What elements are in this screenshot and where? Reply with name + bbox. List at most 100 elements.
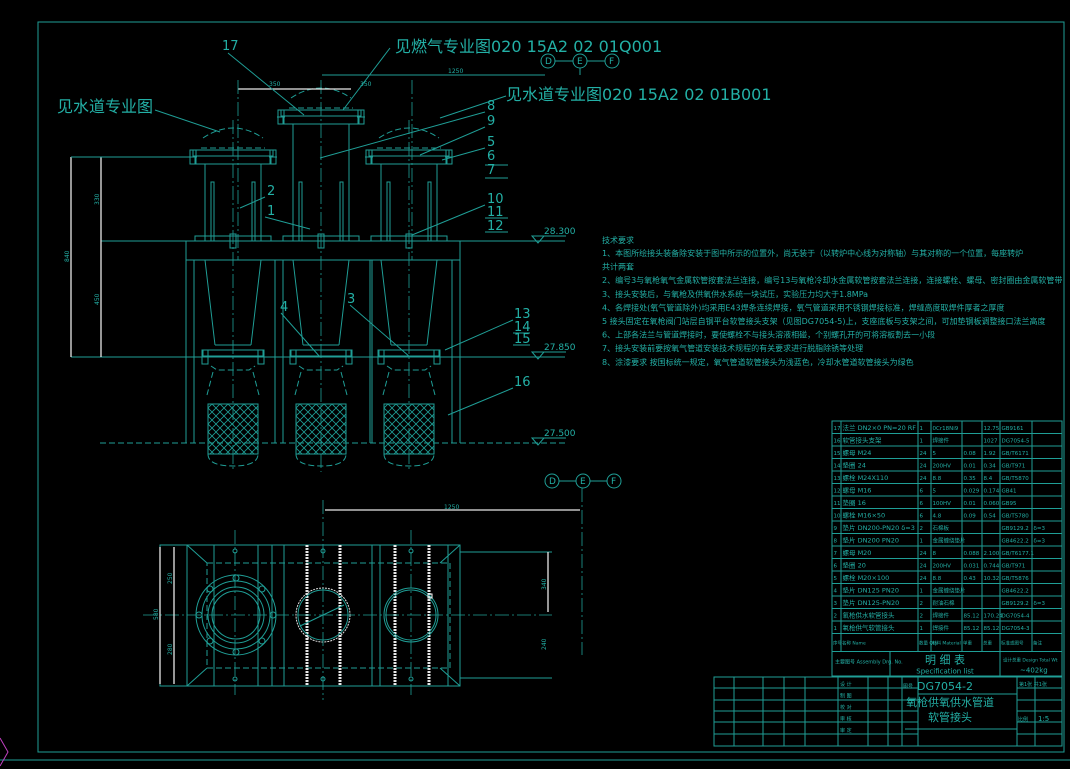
bom-cell: 85.12 — [964, 614, 980, 620]
bom-cell: 200HV — [933, 564, 952, 570]
bom-cell: 1027 — [984, 439, 998, 445]
bom-cell: GB/T6177.1 — [1002, 551, 1035, 557]
bom-cell: 85.12 — [984, 626, 1000, 632]
bom-cell: 7 — [834, 551, 838, 557]
bom-cell: 2 — [920, 601, 924, 607]
bom-cell: 100HV — [933, 501, 952, 507]
water-reference-label-right: 见水道专业图020 15A2 02 01B001 — [506, 85, 772, 104]
bom-cell: GB9129.2 — [1002, 601, 1029, 607]
bom-cell: δ=3 — [1034, 526, 1046, 532]
note-item: 4、各焊接处(氧气管道除外)均采用E43焊条连续焊接，氧气管道采用不锈钢焊接标准… — [602, 302, 1005, 312]
bom-cell: 垫圈 20 — [843, 561, 866, 570]
dimension-label: 450 — [94, 293, 101, 305]
bom-cell: 垫片 DN125 PN20 — [843, 586, 899, 595]
bom-cell: 5 — [933, 451, 937, 457]
bom-cell: 2.100 — [984, 551, 1000, 557]
hose-connector-unit — [188, 120, 278, 472]
part-number-callout: 7 — [487, 163, 495, 178]
bom-cell: GB41 — [1002, 489, 1017, 495]
bolt-symbol — [376, 349, 386, 365]
part-number-callout: 2 — [267, 184, 275, 199]
bom-cell: 24 — [920, 551, 927, 557]
bom-cell: 24 — [920, 576, 927, 582]
part-number-callout: 8 — [487, 99, 495, 114]
bom-cell: 0.088 — [964, 551, 980, 557]
bom-cell: 0Cr18Ni9 — [933, 426, 959, 432]
bolt-symbol — [344, 349, 354, 365]
bolt-symbol — [288, 349, 298, 365]
dimension-label: 330 — [94, 193, 101, 205]
bom-cell: 0.09 — [964, 514, 977, 520]
axis-grid-top — [540, 53, 622, 655]
bom-cell: 1 — [834, 626, 838, 632]
bom-cell: 0.01 — [964, 464, 976, 470]
bom-cell: 垫片 DN200 PN20 — [843, 536, 899, 545]
scale-label: 比例 — [1018, 716, 1028, 723]
bom-cell: GB9129.2 — [1002, 526, 1029, 532]
bom-cell: GB4622.2 — [1002, 589, 1029, 595]
part-number-callout: 3 — [347, 292, 355, 307]
bom-cell: 8.4 — [984, 476, 993, 482]
bom-row: 4 垫片 DN125 PN20 1 金属缠绕垫片 GB4622.2 — [832, 586, 1062, 597]
bom-cell: 2 — [920, 614, 924, 620]
notes-title: 技术要求 — [602, 235, 634, 245]
bom-row: 3 垫片 DN125-PN20 2 耐油石棉 GB9129.2 δ=3 — [832, 598, 1062, 609]
bom-subtitle: Specification list — [916, 668, 974, 676]
dimension-label: 1250 — [448, 68, 463, 75]
bom-cell: 2 — [834, 614, 838, 620]
sheet-count: 第1张 共1张 — [1019, 681, 1047, 688]
bom-cell: 焊接件 — [933, 437, 950, 445]
bom-cell: 氧枪供气软管接头 — [843, 623, 896, 632]
signature-role-label: 审 定 — [840, 727, 852, 734]
part-number-callout: 6 — [487, 149, 495, 164]
part-number-callout: 4 — [280, 300, 288, 315]
bom-row: 17 法兰 DN2×0 PN=20 RF 1 0Cr18Ni9 12.75 GB9161 — [832, 423, 1062, 434]
bom-cell: 1 — [920, 589, 924, 595]
total-weight-label: 设计总重 Design Total Wt — [1003, 657, 1058, 664]
axis-label-bottom: D — [549, 477, 556, 487]
note-item: 6、上部各法兰与管道焊接时，要使螺栓不与接头溶液相碰，个别螺孔开的可将溶板割去一… — [602, 330, 935, 340]
part-number-callout: 9 — [487, 114, 495, 129]
drawing-number: DG7054-2 — [917, 680, 973, 693]
note-item: 5 接头固定在氧枪阀门站层自钢平台软管接头支架（见图DG7054-5)上，支座底… — [602, 316, 1045, 326]
bom-cell: 氧枪供水软管接头 — [843, 611, 896, 620]
bom-cell: 0.35 — [964, 476, 977, 482]
dimension-label: 580 — [153, 608, 160, 620]
bom-cell: 8 — [933, 551, 937, 557]
bom-cell: 1 — [920, 626, 924, 632]
signature-role-label: 设 计 — [840, 681, 852, 688]
bom-header-cell: 总重 — [983, 640, 992, 647]
bom-row: 8 垫片 DN200 PN20 1 金属缠绕垫片 GB4622.2 δ=3 — [832, 536, 1062, 547]
level-label: 28.300 — [544, 227, 576, 237]
bom-cell: 8.8 — [933, 576, 942, 582]
bom-row: 9 垫片 DN200-PN20 δ=3 2 石棉板 GB9129.2 δ=3 — [832, 523, 1062, 534]
part-number-callout: 15 — [514, 332, 531, 347]
axis-label-bottom: E — [580, 477, 586, 487]
bom-row: 12 螺母 M16 6 5 0.029 0.174 GB41 — [832, 486, 1062, 497]
level-markers — [530, 235, 566, 446]
bom-cell: 螺母 M24 — [843, 448, 872, 457]
drawing-border — [37, 21, 1065, 753]
bom-row: 7 螺母 M20 24 8 0.088 2.100 GB/T6177.1 — [832, 548, 1062, 559]
level-label: 27.850 — [544, 343, 576, 353]
dimension-label: 280 — [167, 643, 174, 655]
bom-cell: GB9161 — [1002, 426, 1024, 432]
axis-label-top: D — [545, 57, 552, 67]
part-number-callout: 16 — [514, 375, 531, 390]
total-weight-value: ~402kg — [1020, 667, 1048, 675]
bom-cell: 垫圈 16 — [843, 498, 866, 507]
bom-cell: 24 — [920, 464, 927, 470]
bom-cell: 螺母 M16 — [843, 486, 872, 495]
bom-cell: GB/T5870 — [1002, 476, 1030, 482]
bom-cell: 0.744 — [984, 564, 1000, 570]
bom-cell: 12 — [834, 489, 841, 495]
drawing-title-line1: 氧枪供氧供水管道 — [906, 695, 994, 709]
bom-cell: 焊接件 — [933, 624, 950, 632]
bom-cell: DG7054-3 — [1002, 626, 1030, 632]
bom-cell: 1 — [920, 439, 924, 445]
bom-cell: GB/T5876 — [1002, 576, 1030, 582]
bom-cell: 200HV — [933, 464, 952, 470]
gas-reference-label: 见燃气专业图020 15A2 02 01Q001 — [395, 37, 662, 56]
axis-label-top: E — [577, 57, 583, 67]
part-number-callout: 11 — [487, 205, 504, 220]
